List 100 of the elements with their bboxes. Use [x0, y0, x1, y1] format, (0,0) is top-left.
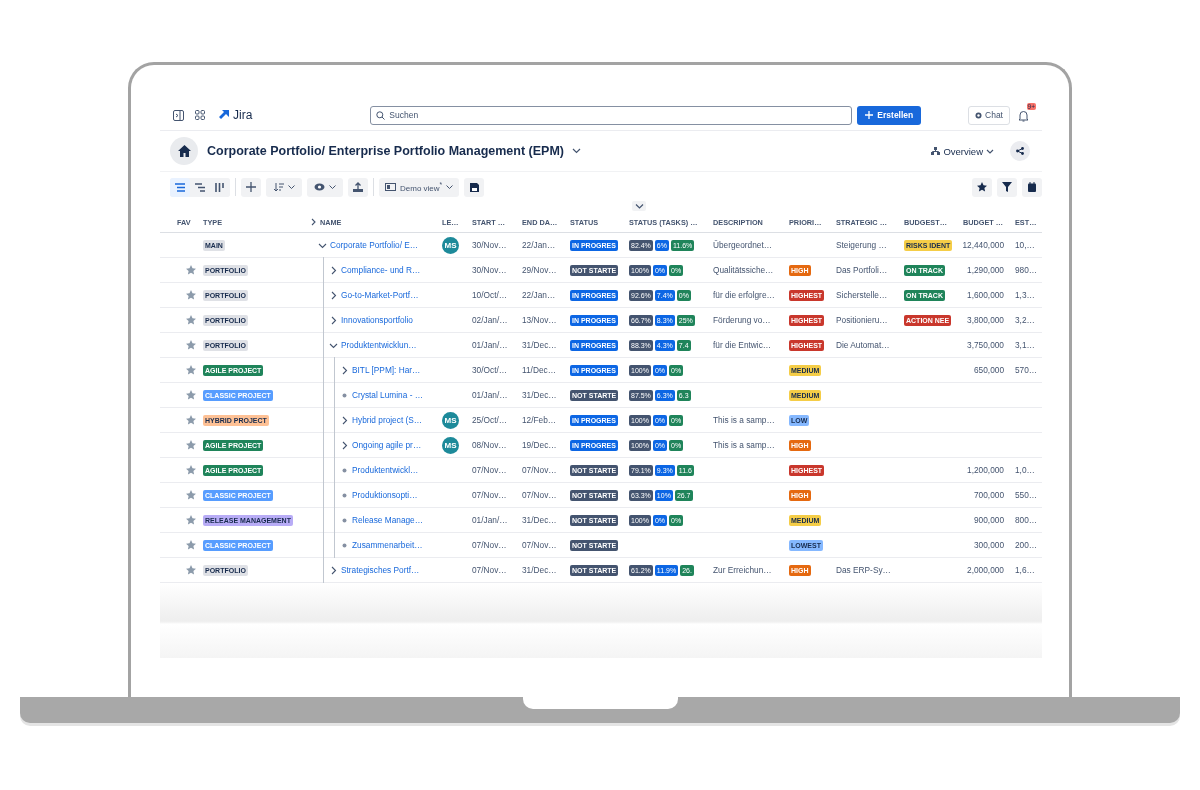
description-text: This is a samp…: [713, 440, 775, 450]
create-button[interactable]: Erstellen: [857, 105, 922, 125]
chevron-right-icon[interactable]: [340, 365, 349, 375]
saved-view-dropdown[interactable]: Demo view$^{*}$: [379, 177, 460, 197]
star-icon[interactable]: [186, 540, 196, 550]
strategic-text: Das ERP-Sy…: [836, 565, 891, 575]
list-view-button[interactable]: [170, 177, 190, 197]
chevron-down-icon: [634, 203, 644, 209]
start-date: 01/Jan/…: [472, 390, 508, 400]
budget-amount: 3,750,000: [967, 340, 1004, 350]
item-link[interactable]: Go-to-Market-Portf…: [341, 290, 419, 300]
end-date: 07/Nov…: [522, 490, 557, 500]
share-button[interactable]: [1010, 141, 1030, 161]
star-icon[interactable]: [186, 490, 196, 500]
visibility-dropdown[interactable]: [307, 177, 343, 197]
strategic-text: Steigerung …: [836, 240, 887, 250]
chevron-right-icon[interactable]: [311, 218, 316, 226]
start-date: 30/Nov…: [472, 265, 507, 275]
avatar: MS: [442, 436, 459, 454]
estimate-amount: 200…: [1015, 540, 1038, 550]
add-button[interactable]: [241, 177, 261, 197]
calendar-button[interactable]: [1022, 177, 1042, 197]
star-icon[interactable]: [186, 565, 196, 575]
star-icon[interactable]: [186, 440, 196, 450]
item-link[interactable]: BITL [PPM]: Har…: [352, 365, 421, 375]
chevron-right-icon[interactable]: [340, 440, 349, 450]
upload-button[interactable]: [348, 177, 368, 197]
notification-bell-icon[interactable]: [1018, 110, 1029, 122]
description-text: Qualitätssiche…: [713, 265, 774, 275]
start-date: 07/Nov…: [472, 565, 507, 575]
save-button[interactable]: [464, 177, 485, 197]
share-icon: [1016, 147, 1024, 155]
budget-amount: 700,000: [974, 490, 1004, 500]
star-icon[interactable]: [186, 390, 196, 400]
search-field[interactable]: Suchen: [370, 105, 853, 125]
chevron-down-icon[interactable]: [318, 240, 327, 250]
estimate-amount: 550…: [1015, 490, 1038, 500]
app-grid-icon[interactable]: [195, 110, 205, 120]
budget-amount: 1,600,000: [967, 290, 1004, 300]
star-icon[interactable]: [186, 365, 196, 375]
estimate-amount: 3,1…: [1015, 340, 1035, 350]
item-link[interactable]: Compliance- und R…: [341, 265, 421, 275]
chat-button[interactable]: Chat: [968, 105, 1010, 125]
star-icon[interactable]: [186, 465, 196, 475]
star-icon[interactable]: [186, 265, 196, 275]
estimate-amount: 10,…: [1015, 240, 1035, 250]
budget-amount: 1,290,000: [967, 265, 1004, 275]
dot-icon: [340, 540, 349, 550]
sidebar-toggle-icon[interactable]: [173, 109, 184, 121]
item-link[interactable]: Produktentwicklun…: [341, 340, 417, 350]
chevron-right-icon[interactable]: [329, 265, 338, 275]
star-icon[interactable]: [186, 415, 196, 425]
description-text: This is a samp…: [713, 415, 775, 425]
chevron-down-icon[interactable]: [572, 148, 581, 154]
chevron-right-icon[interactable]: [340, 415, 349, 425]
avatar: MS: [442, 411, 459, 429]
chevron-right-icon[interactable]: [329, 290, 338, 300]
chevron-right-icon[interactable]: [329, 565, 338, 575]
item-link[interactable]: Produktentwickl…: [352, 465, 419, 475]
plus-icon: [865, 111, 874, 119]
item-link[interactable]: Strategisches Portf…: [341, 565, 420, 575]
item-link[interactable]: Corporate Portfolio/ E…: [330, 240, 419, 250]
star-icon[interactable]: [186, 290, 196, 300]
description-text: Förderung vo…: [713, 315, 771, 325]
strategic-text: Sicherstelle…: [836, 290, 888, 300]
sort-dropdown[interactable]: [266, 177, 302, 197]
dot-icon: [340, 465, 349, 475]
item-link[interactable]: Release Manage…: [352, 515, 424, 525]
dot-icon: [340, 490, 349, 500]
item-link[interactable]: Crystal Lumina - …: [352, 390, 423, 400]
budget-amount: 12,440,000: [962, 240, 1004, 250]
overview-dropdown[interactable]: Overview: [931, 145, 994, 157]
eye-icon: [314, 183, 325, 191]
chevron-down-icon[interactable]: [329, 340, 338, 350]
home-button[interactable]: [170, 137, 198, 165]
end-date: 31/Dec…: [522, 565, 557, 575]
end-date: 31/Dec…: [522, 515, 557, 525]
item-link[interactable]: Zusammenarbeit…: [352, 540, 423, 550]
view-card-icon: [385, 183, 396, 191]
chevron-right-icon[interactable]: [329, 315, 338, 325]
favorites-button[interactable]: [972, 177, 992, 197]
budget-amount: 2,000,000: [967, 565, 1004, 575]
description-text: für die erfolgre…: [713, 290, 775, 300]
filter-button[interactable]: [997, 177, 1017, 197]
collapse-button[interactable]: [632, 201, 646, 211]
item-link[interactable]: Innovationsportfolio: [341, 315, 413, 325]
item-link[interactable]: Hybrid project (S…: [352, 415, 423, 425]
strategic-text: Positionieru…: [836, 315, 888, 325]
star-icon[interactable]: [186, 340, 196, 350]
avatar: MS: [442, 236, 459, 254]
star-icon[interactable]: [186, 315, 196, 325]
list-icon: [175, 182, 185, 192]
start-date: 01/Jan/…: [472, 340, 508, 350]
item-link[interactable]: Ongoing agile pr…: [352, 440, 422, 450]
dot-icon: [340, 515, 349, 525]
item-link[interactable]: Produktionsopti…: [352, 490, 418, 500]
star-icon[interactable]: [186, 515, 196, 525]
end-date: 19/Dec…: [522, 440, 557, 450]
home-icon: [177, 145, 191, 157]
estimate-amount: 980…: [1015, 265, 1038, 275]
